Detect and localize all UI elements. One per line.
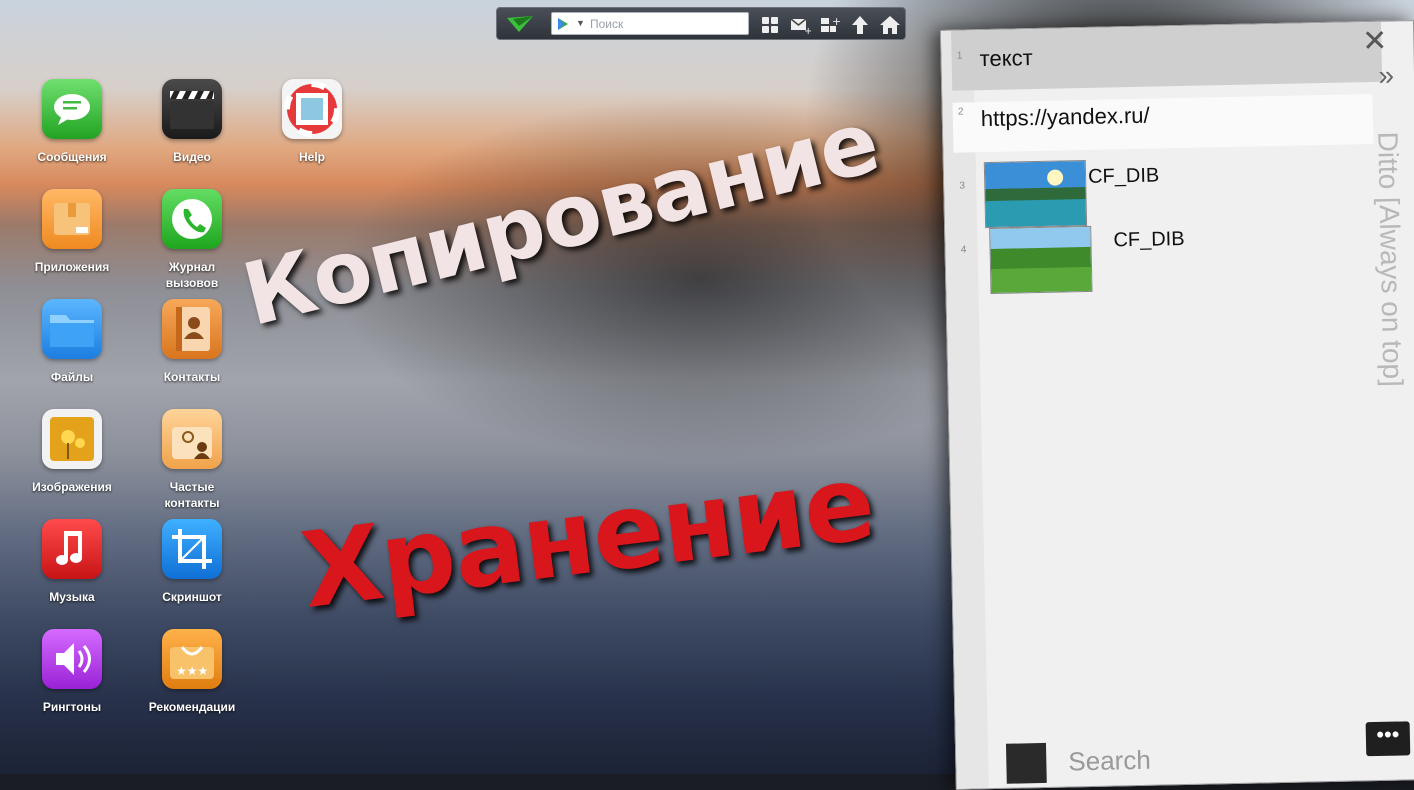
clip-number: 4 bbox=[960, 244, 967, 256]
paper-plane-logo-icon[interactable] bbox=[505, 14, 535, 34]
clipboard-trash-icon[interactable] bbox=[1005, 742, 1047, 784]
app-label: Изображения bbox=[32, 480, 112, 494]
search-input[interactable]: ▼ Поиск bbox=[551, 12, 749, 35]
ditto-search-bar[interactable]: Search bbox=[1005, 735, 1307, 784]
app-label: Рингтоны bbox=[42, 700, 102, 714]
grid-icon[interactable] bbox=[759, 14, 781, 36]
app-label: Help bbox=[298, 150, 325, 164]
svg-text:★★★: ★★★ bbox=[176, 664, 208, 678]
app-label: Частые контакты bbox=[164, 480, 220, 510]
clip-number: 3 bbox=[959, 180, 966, 192]
clip-number: 1 bbox=[956, 50, 963, 62]
clip-item[interactable]: 4 CF_DIB bbox=[955, 220, 1376, 295]
add-widget-icon[interactable]: + bbox=[819, 14, 841, 36]
more-options-button[interactable]: ••• bbox=[1365, 721, 1411, 757]
basket-icon: ★★★ bbox=[162, 629, 222, 689]
clip-image-thumbnail bbox=[989, 225, 1093, 294]
messages-icon bbox=[42, 79, 102, 139]
app-label: Скриншот bbox=[162, 590, 222, 604]
clip-number: 2 bbox=[957, 106, 964, 118]
upload-arrow-icon[interactable] bbox=[849, 14, 871, 36]
app-label: Музыка bbox=[49, 590, 95, 604]
folder-icon bbox=[42, 299, 102, 359]
app-label: Файлы bbox=[50, 370, 94, 384]
clip-text: текст bbox=[979, 45, 1033, 72]
clip-image-thumbnail bbox=[983, 159, 1088, 229]
clip-item[interactable]: 2 https://yandex.ru/ bbox=[952, 93, 1374, 153]
video-clapper-icon bbox=[162, 79, 222, 139]
music-note-icon bbox=[42, 519, 102, 579]
contacts-book-icon bbox=[162, 299, 222, 359]
chevron-down-icon[interactable]: ▼ bbox=[576, 18, 585, 28]
clip-item[interactable]: 3 CF_DIB bbox=[954, 154, 1375, 229]
app-box-icon bbox=[42, 189, 102, 249]
search-placeholder: Поиск bbox=[590, 17, 624, 31]
expand-chevron-icon[interactable]: » bbox=[1378, 60, 1394, 92]
crop-icon bbox=[162, 519, 222, 579]
speaker-icon bbox=[42, 629, 102, 689]
phone-icon bbox=[162, 189, 222, 249]
clip-text: https://yandex.ru/ bbox=[980, 102, 1150, 132]
svg-text:+: + bbox=[832, 15, 841, 28]
app-label: Сообщения bbox=[37, 150, 107, 164]
clip-format-label: CF_DIB bbox=[1113, 227, 1185, 252]
clip-format-label: CF_DIB bbox=[1087, 164, 1160, 188]
ditto-window: ✕ » Ditto [Always on top] 1 текст 2 http… bbox=[940, 20, 1414, 790]
lifebuoy-icon bbox=[282, 79, 342, 139]
search-input-placeholder: Search bbox=[1068, 744, 1152, 777]
play-store-icon bbox=[558, 18, 568, 30]
app-label: Контакты bbox=[163, 370, 221, 384]
home-icon[interactable] bbox=[879, 14, 901, 36]
app-label: Приложения bbox=[34, 260, 110, 274]
top-toolbar: ▼ Поиск + + bbox=[496, 7, 906, 40]
ditto-window-title: Ditto [Always on top] bbox=[1372, 131, 1409, 388]
mail-add-icon[interactable]: + bbox=[789, 14, 811, 36]
app-label: Рекомендации bbox=[148, 700, 236, 714]
app-label: Видео bbox=[173, 150, 211, 164]
frequent-contacts-icon bbox=[162, 409, 222, 469]
clip-item[interactable]: 1 текст bbox=[951, 38, 1372, 91]
photos-icon bbox=[42, 409, 102, 469]
svg-text:+: + bbox=[804, 26, 811, 36]
